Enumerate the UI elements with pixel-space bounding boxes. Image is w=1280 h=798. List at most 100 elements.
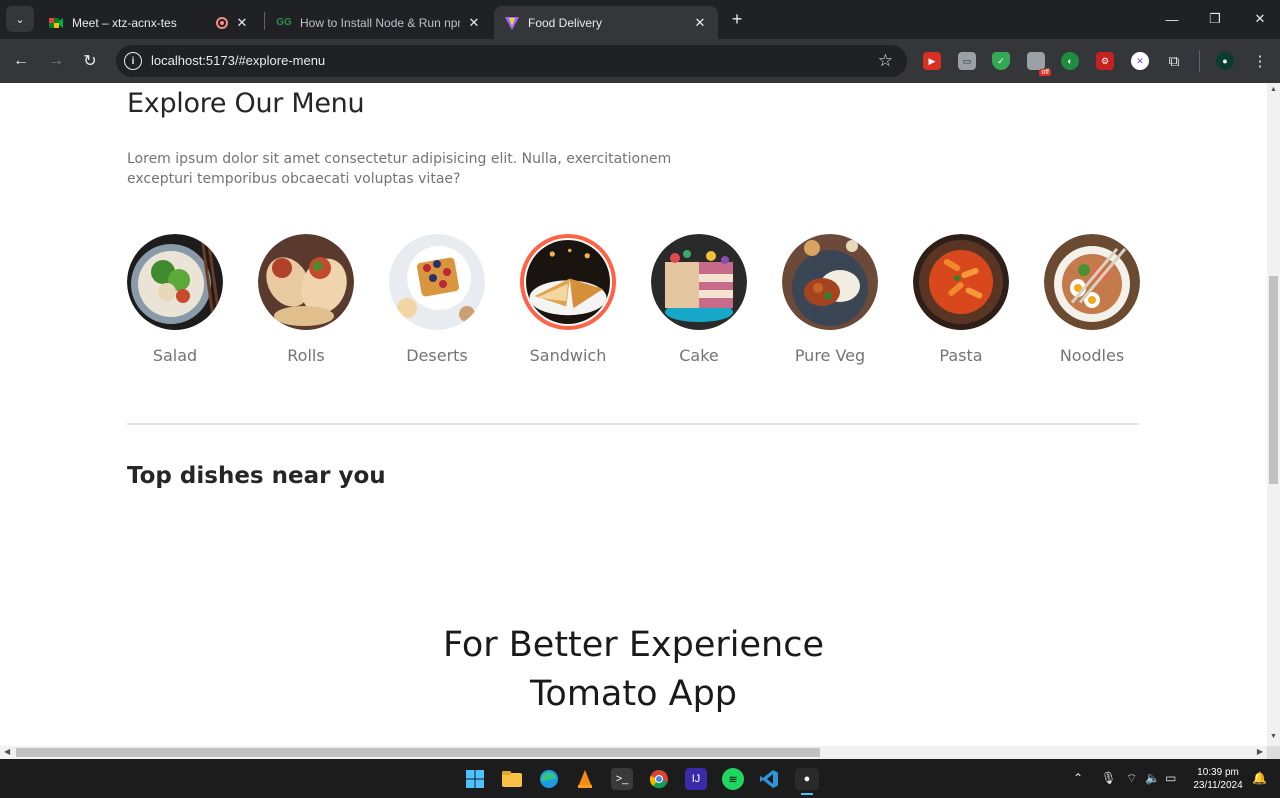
menu-category-list: Salad Rolls Deserts Sandwich Cake Pure V… [127,234,1147,374]
tab-separator [264,12,265,30]
window-extension-icon[interactable]: ▭ [958,52,976,70]
menu-item-salad[interactable]: Salad [127,234,223,365]
tab-node-install[interactable]: GG How to Install Node & Run npm in ✕ [266,6,492,39]
horizontal-scroll-thumb[interactable] [16,748,820,757]
wifi-icon[interactable]: ⌔ [1126,771,1137,786]
menu-item-pure-veg[interactable]: Pure Veg [782,234,878,365]
vertical-scrollbar[interactable]: ▲ ▼ [1267,83,1280,746]
scroll-down-arrow[interactable]: ▼ [1269,733,1278,743]
address-bar[interactable]: i localhost:5173/#explore-menu ☆ [116,45,907,77]
explore-menu-description: Lorem ipsum dolor sit amet consectetur a… [127,151,672,187]
browser-tab-strip: ⌄ Meet – xtz-acnx-tes ✕ GG How to Instal… [0,0,1280,39]
notifications-icon[interactable]: 🔔 [1252,771,1267,785]
vertical-scroll-thumb[interactable] [1269,276,1278,484]
chrome-icon[interactable] [648,768,670,790]
close-tab-icon[interactable]: ✕ [466,15,482,31]
menu-item-label: Sandwich [529,346,607,365]
top-dishes-heading: Top dishes near you [127,463,386,489]
pure-veg-image[interactable] [782,234,878,330]
page-viewport: Explore Our Menu Lorem ipsum dolor sit a… [0,83,1267,746]
pasta-image[interactable] [913,234,1009,330]
toolbar-separator [1199,50,1200,72]
scrollbar-corner [1267,746,1280,759]
browser-toolbar: ← → ↻ i localhost:5173/#explore-menu ☆ ▶… [0,39,1280,83]
scroll-left-arrow[interactable]: ◀ [4,747,10,756]
menu-item-deserts[interactable]: Deserts [389,234,485,365]
windows-taskbar: >_ IJ ≋ ● ⌃ 🎙 ⌔ 🔈 ▭ 10:39 pm 23/11/2024 … [0,759,1280,798]
site-info-icon[interactable]: i [124,52,142,70]
tab-search-button[interactable]: ⌄ [6,6,34,32]
noodles-image[interactable] [1044,234,1140,330]
file-explorer-icon[interactable] [501,768,523,790]
new-tab-button[interactable]: + [727,9,747,29]
youtube-extension-icon[interactable]: ▶ [923,52,941,70]
microphone-icon[interactable]: 🎙 [1101,771,1116,785]
bookmark-star-icon[interactable]: ☆ [878,51,893,71]
profile-avatar[interactable]: ● [1216,52,1234,70]
terminal-icon[interactable]: >_ [611,768,633,790]
menu-item-cake[interactable]: Cake [651,234,747,365]
menu-item-pasta[interactable]: Pasta [913,234,1009,365]
scroll-up-arrow[interactable]: ▲ [1269,86,1278,96]
menu-item-label: Noodles [1059,346,1125,365]
extensions-puzzle-icon[interactable]: ⧉ [1165,52,1183,70]
recording-icon [216,16,228,29]
menu-item-sandwich[interactable]: Sandwich [520,234,616,365]
edge-browser-icon[interactable] [538,768,560,790]
forward-button[interactable]: → [45,50,67,72]
vite-icon [504,15,520,31]
horizontal-scrollbar[interactable]: ◀ ▶ [0,746,1267,759]
more-menu-icon[interactable]: ⋮ [1251,52,1269,70]
battery-icon[interactable]: ▭ [1165,771,1176,785]
sandwich-image[interactable] [520,234,616,330]
green-extension-icon[interactable]: ◐ [1061,52,1079,70]
menu-item-noodles[interactable]: Noodles [1044,234,1140,365]
tab-title: Food Delivery [528,15,603,30]
scroll-right-arrow[interactable]: ▶ [1257,747,1263,756]
deserts-image[interactable] [389,234,485,330]
tab-title: How to Install Node & Run npm in [300,15,460,30]
tab-title: Meet – xtz-acnx-tes [72,15,177,30]
clock-time: 10:39 pm [1197,767,1239,778]
app-download-heading: For Better Experience Tomato App [0,621,1267,719]
red-extension-icon[interactable]: ⚙ [1096,52,1114,70]
active-app-icon[interactable]: ● [795,768,819,795]
windows-start-icon[interactable] [464,768,486,790]
show-hidden-icons[interactable]: ⌃ [1073,771,1083,785]
tab-food-delivery[interactable]: Food Delivery ✕ [494,6,718,39]
menu-item-label: Salad [152,346,198,365]
url-text[interactable]: localhost:5173/#explore-menu [151,53,325,68]
close-window-button[interactable]: ✕ [1248,8,1272,30]
vlc-icon[interactable] [574,768,596,790]
intellij-icon[interactable]: IJ [685,768,707,790]
close-tab-icon[interactable]: ✕ [692,15,708,31]
menu-item-rolls[interactable]: Rolls [258,234,354,365]
menu-item-label: Pure Veg [794,346,866,365]
system-clock[interactable]: 10:39 pm 23/11/2024 [1186,766,1250,792]
section-divider [127,423,1139,425]
vscode-icon[interactable] [758,768,780,790]
app-heading-line-1: For Better Experience [442,625,825,665]
menu-item-label: Cake [679,346,719,365]
explore-menu-heading: Explore Our Menu [127,88,365,119]
menu-item-label: Pasta [939,346,983,365]
spotify-icon[interactable]: ≋ [722,768,744,790]
clock-date: 23/11/2024 [1193,780,1243,791]
purple-extension-icon[interactable]: ✕ [1131,52,1149,70]
app-heading-line-2: Tomato App [529,674,738,714]
shield-extension-icon[interactable]: ✓ [992,52,1010,70]
google-meet-icon [48,15,64,31]
salad-image[interactable] [127,234,223,330]
restore-button[interactable]: ❐ [1203,8,1227,30]
off-extension-icon[interactable]: off [1027,52,1051,76]
rolls-image[interactable] [258,234,354,330]
tab-meet[interactable]: Meet – xtz-acnx-tes ✕ [38,6,260,39]
menu-item-label: Rolls [287,346,325,365]
cake-image[interactable] [651,234,747,330]
volume-icon[interactable]: 🔈 [1145,771,1160,785]
reload-button[interactable]: ↻ [79,50,101,72]
back-button[interactable]: ← [10,50,32,72]
minimize-button[interactable]: — [1160,8,1184,30]
menu-item-label: Deserts [406,346,468,365]
close-tab-icon[interactable]: ✕ [234,15,250,31]
